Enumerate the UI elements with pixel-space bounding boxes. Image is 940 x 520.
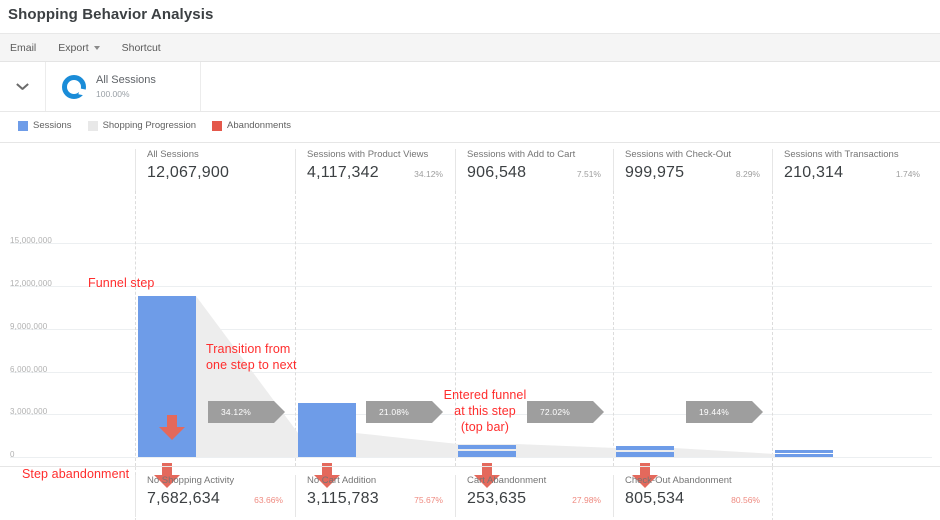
abandonment-cart-abandonment[interactable]: Cart Abandonment 253,635 27.98% bbox=[455, 475, 613, 517]
step-percent: 34.12% bbox=[414, 169, 443, 179]
legend-swatch-abandonments bbox=[212, 121, 222, 131]
step-percent: 1.74% bbox=[896, 169, 920, 179]
funnel-plot: 15,000,000 12,000,000 9,000,000 6,000,00… bbox=[0, 191, 940, 466]
transition-label: 34.12% bbox=[221, 407, 251, 417]
abandonment-no-cart-addition[interactable]: No Cart Addition 3,115,783 75.67% bbox=[295, 475, 455, 517]
shortcut-button[interactable]: Shortcut bbox=[122, 42, 161, 54]
legend-item-progression[interactable]: Shopping Progression bbox=[88, 120, 196, 131]
step-percent: 7.51% bbox=[577, 169, 601, 179]
funnel-step-transactions[interactable]: Sessions with Transactions 210,314 1.74% bbox=[772, 149, 932, 191]
legend-item-sessions[interactable]: Sessions bbox=[18, 120, 72, 131]
segment-percent: 100.00% bbox=[96, 89, 156, 100]
funnel-step-add-to-cart[interactable]: Sessions with Add to Cart 906,548 7.51% bbox=[455, 149, 613, 191]
bar-check-out[interactable] bbox=[616, 452, 674, 457]
step-label: Sessions with Add to Cart bbox=[467, 149, 613, 160]
abandonment-percent: 75.67% bbox=[414, 495, 443, 505]
legend-label-sessions: Sessions bbox=[33, 120, 72, 131]
transition-label: 19.44% bbox=[699, 407, 729, 417]
segment-name: All Sessions bbox=[96, 74, 156, 88]
bar-transactions[interactable] bbox=[775, 454, 833, 457]
abandonment-percent: 27.98% bbox=[572, 495, 601, 505]
chevron-down-icon bbox=[17, 81, 28, 92]
step-value: 12,067,900 bbox=[147, 164, 229, 182]
segment-expand-toggle[interactable] bbox=[0, 62, 46, 111]
page-title: Shopping Behavior Analysis bbox=[8, 6, 213, 23]
legend-swatch-sessions bbox=[18, 121, 28, 131]
abandonment-no-shopping-activity[interactable]: No Shopping Activity 7,682,634 63.66% bbox=[135, 475, 295, 517]
abandonment-check-out-abandonment[interactable]: Check-Out Abandonment 805,534 80.56% bbox=[613, 475, 772, 517]
abandonment-value: 7,682,634 bbox=[147, 490, 220, 508]
export-menu[interactable]: Export bbox=[58, 42, 99, 54]
step-value: 210,314 bbox=[784, 164, 843, 182]
funnel-step-all-sessions[interactable]: All Sessions 12,067,900 bbox=[135, 149, 295, 191]
segment-chip-all-sessions[interactable]: All Sessions 100.00% bbox=[46, 62, 201, 111]
report-toolbar: Email Export Shortcut bbox=[0, 33, 940, 62]
abandonment-row: No Shopping Activity 7,682,634 63.66% No… bbox=[0, 466, 940, 520]
step-value: 4,117,342 bbox=[307, 164, 379, 182]
bar-check-out-entered[interactable] bbox=[616, 446, 674, 450]
step-label: Sessions with Product Views bbox=[307, 149, 455, 160]
step-value: 906,548 bbox=[467, 164, 526, 182]
annotation-transition: Transition from one step to next bbox=[206, 341, 297, 373]
abandonment-label: Check-Out Abandonment bbox=[625, 475, 772, 486]
funnel-step-product-views[interactable]: Sessions with Product Views 4,117,342 34… bbox=[295, 149, 455, 191]
bar-add-to-cart-entered[interactable] bbox=[458, 445, 516, 449]
bar-transactions-entered[interactable] bbox=[775, 450, 833, 453]
step-label: Sessions with Transactions bbox=[784, 149, 932, 160]
step-label: Sessions with Check-Out bbox=[625, 149, 772, 160]
arrow-down-icon bbox=[159, 427, 185, 440]
step-label: All Sessions bbox=[147, 149, 295, 160]
abandonment-value: 3,115,783 bbox=[307, 490, 379, 508]
abandonment-label: No Shopping Activity bbox=[147, 475, 295, 486]
abandonment-value: 253,635 bbox=[467, 490, 526, 508]
legend-label-abandonments: Abandonments bbox=[227, 120, 291, 131]
segment-bar: All Sessions 100.00% bbox=[0, 62, 940, 112]
annotation-entered-funnel: Entered funnel at this step (top bar) bbox=[429, 387, 541, 435]
abandonment-value: 805,534 bbox=[625, 490, 684, 508]
shortcut-label: Shortcut bbox=[122, 42, 161, 54]
step-percent: 8.29% bbox=[736, 169, 760, 179]
column-divider bbox=[772, 467, 773, 520]
step-value: 999,975 bbox=[625, 164, 684, 182]
email-label: Email bbox=[10, 42, 36, 54]
export-label: Export bbox=[58, 42, 88, 54]
shopping-behavior-report: Shopping Behavior Analysis Email Export … bbox=[0, 0, 940, 520]
transition-badge-1[interactable]: 34.12% bbox=[208, 401, 274, 423]
legend-item-abandonments[interactable]: Abandonments bbox=[212, 120, 291, 131]
donut-chart-icon bbox=[62, 75, 86, 99]
email-button[interactable]: Email bbox=[10, 42, 36, 54]
annotation-funnel-step: Funnel step bbox=[88, 275, 154, 291]
transition-badge-4[interactable]: 19.44% bbox=[686, 401, 752, 423]
funnel-card: All Sessions 12,067,900 Sessions with Pr… bbox=[0, 142, 940, 520]
abandonment-label: Cart Abandonment bbox=[467, 475, 613, 486]
legend-swatch-progression bbox=[88, 121, 98, 131]
transition-badge-2[interactable]: 21.08% bbox=[366, 401, 432, 423]
legend-label-progression: Shopping Progression bbox=[103, 120, 196, 131]
chevron-down-icon bbox=[94, 46, 100, 50]
abandonment-label: No Cart Addition bbox=[307, 475, 455, 486]
chart-legend: Sessions Shopping Progression Abandonmen… bbox=[18, 120, 300, 131]
bar-product-views[interactable] bbox=[298, 403, 356, 457]
abandonment-percent: 80.56% bbox=[731, 495, 760, 505]
funnel-step-check-out[interactable]: Sessions with Check-Out 999,975 8.29% bbox=[613, 149, 772, 191]
abandonment-percent: 63.66% bbox=[254, 495, 283, 505]
funnel-step-header-row: All Sessions 12,067,900 Sessions with Pr… bbox=[0, 143, 940, 191]
transition-label: 72.02% bbox=[540, 407, 570, 417]
bar-add-to-cart[interactable] bbox=[458, 451, 516, 457]
abandonment-arrow-label bbox=[159, 415, 185, 441]
transition-label: 21.08% bbox=[379, 407, 409, 417]
